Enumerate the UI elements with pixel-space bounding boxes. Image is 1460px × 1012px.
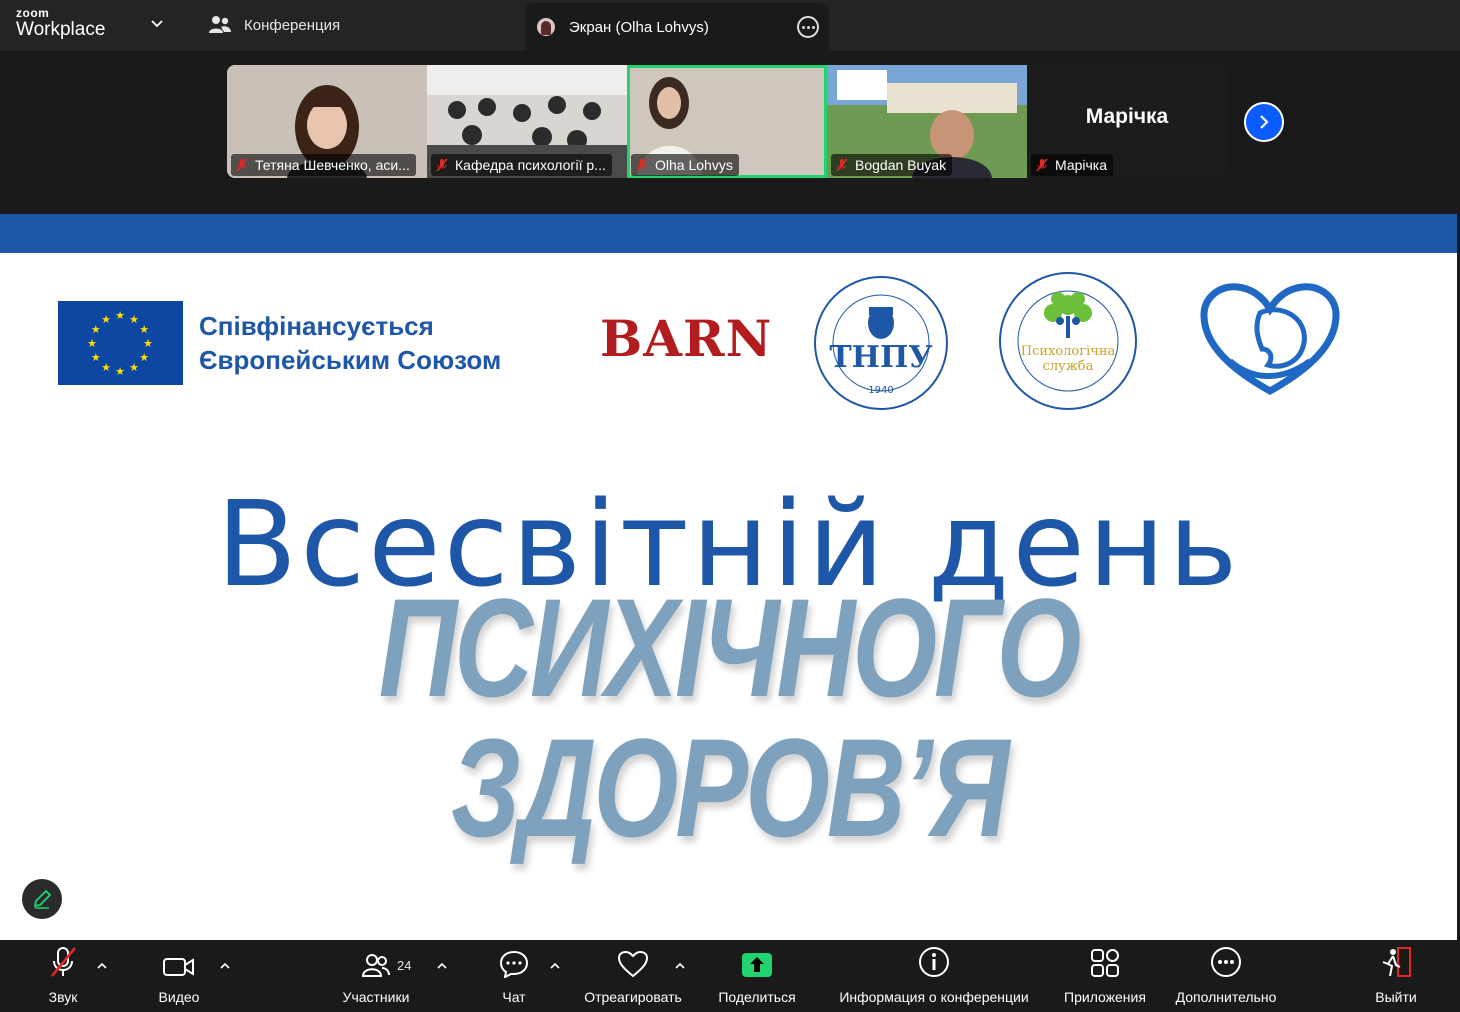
svg-text:служба: служба <box>1043 359 1094 374</box>
meeting-info-button[interactable]: Информация о конференции <box>828 940 1040 1012</box>
eu-star-icon: ★ <box>115 310 125 322</box>
video-camera-icon <box>163 958 194 976</box>
participant-name: Марічка <box>1055 157 1108 173</box>
meeting-toolbar: Звук Видео Участники 24 Чат Отреагироват… <box>0 940 1460 1012</box>
zoom-workplace-logo[interactable]: zoom Workplace <box>16 7 105 41</box>
shared-slide: ★ ★ ★ ★ ★ ★ ★ ★ ★ ★ ★ ★ Співфінансується Європейськ… <box>0 253 1457 940</box>
video-tile[interactable]: Марічка Марічка <box>1027 65 1227 178</box>
video-label: Видео <box>158 989 200 1005</box>
more-button[interactable]: Дополнительно <box>1168 940 1284 1012</box>
participants-count-badge: 24 <box>397 958 412 973</box>
chat-label: Чат <box>502 989 526 1005</box>
share-screen-icon <box>742 953 772 977</box>
apps-grid-icon <box>1091 949 1119 977</box>
eu-star-icon: ★ <box>91 352 101 364</box>
video-tile[interactable]: Тетяна Шевченко, аси... <box>227 65 427 178</box>
chat-button[interactable]: Чат <box>494 940 534 1012</box>
more-options-icon[interactable] <box>797 16 819 38</box>
svg-text:1940: 1940 <box>868 385 893 396</box>
participant-name: Olha Lohvys <box>655 157 733 173</box>
react-options-caret-icon[interactable] <box>674 960 686 972</box>
participant-name: Bogdan Buyak <box>855 157 947 173</box>
leave-door-icon <box>1382 947 1411 977</box>
slide-title-line-3: ЗДОРОВ’Я <box>450 709 1010 866</box>
eu-star-icon: ★ <box>129 314 139 326</box>
eu-star-icon: ★ <box>101 314 111 326</box>
heart-care-logo-icon <box>1200 283 1340 395</box>
participant-strip: Тетяна Шевченко, аси... Кафедра психолог… <box>0 51 1460 180</box>
react-button[interactable]: Отреагировать <box>580 940 686 1012</box>
top-bar: zoom Workplace Конференция Экран (Olha L… <box>0 0 1460 51</box>
video-tile[interactable]: Кафедра психології р... <box>427 65 627 178</box>
chevron-right-icon <box>1260 115 1269 129</box>
participant-display-name: Марічка <box>1085 105 1169 128</box>
pencil-icon <box>33 889 52 909</box>
svg-text:ТНПУ: ТНПУ <box>829 340 933 375</box>
apps-button[interactable]: Приложения <box>1058 940 1152 1012</box>
more-label: Дополнительно <box>1175 989 1277 1005</box>
video-tile-active-speaker[interactable]: Olha Lohvys <box>627 65 827 178</box>
eu-star-icon: ★ <box>91 324 101 336</box>
muted-mic-icon <box>50 947 77 977</box>
more-dots-icon <box>1211 947 1241 977</box>
participant-name: Тетяна Шевченко, аси... <box>255 157 410 173</box>
slide-title-line-2: ПСИХІЧНОГО <box>378 569 1082 726</box>
chevron-down-icon[interactable] <box>149 15 165 31</box>
eu-cofunded-text: Співфінансується Європейським Союзом <box>199 309 501 377</box>
participants-icon <box>362 954 390 977</box>
eu-star-icon: ★ <box>115 366 125 378</box>
eu-flag-icon: ★ ★ ★ ★ ★ ★ ★ ★ ★ ★ ★ ★ <box>58 301 183 385</box>
video-options-caret-icon[interactable] <box>219 960 231 972</box>
svg-text:Психологічна: Психологічна <box>1021 344 1116 359</box>
chat-options-caret-icon[interactable] <box>549 960 561 972</box>
eu-star-icon: ★ <box>129 362 139 374</box>
logo-zoom-text: zoom <box>16 6 50 20</box>
audio-label: Звук <box>48 989 78 1005</box>
barn-logo: BARN <box>600 309 773 368</box>
eu-star-icon: ★ <box>87 338 97 350</box>
share-label: Поделиться <box>718 989 796 1005</box>
muted-mic-icon <box>836 158 848 172</box>
eu-star-icon: ★ <box>139 352 149 364</box>
chat-bubble-icon <box>499 950 529 978</box>
video-button[interactable]: Видео <box>156 940 202 1012</box>
logo-workplace-text: Workplace <box>16 19 106 40</box>
muted-mic-icon <box>236 158 248 172</box>
participants-button[interactable]: Участники <box>336 940 416 1012</box>
people-icon <box>209 16 231 33</box>
leave-label: Выйти <box>1375 989 1417 1005</box>
apps-label: Приложения <box>1064 989 1146 1005</box>
participants-label: Участники <box>342 989 410 1005</box>
audio-button[interactable]: Звук <box>40 940 86 1012</box>
share-screen-button[interactable]: Поделиться <box>714 940 800 1012</box>
muted-mic-icon <box>636 158 648 172</box>
slide-header-bar <box>0 214 1457 253</box>
eu-star-icon: ★ <box>143 338 153 350</box>
participants-options-caret-icon[interactable] <box>436 960 448 972</box>
meeting-info-label: Информация о конференции <box>839 989 1029 1005</box>
participant-name: Кафедра психології р... <box>455 157 606 173</box>
muted-mic-icon <box>436 158 448 172</box>
tab-screen-label: Экран (Olha Lohvys) <box>569 18 709 36</box>
heart-icon <box>617 950 649 978</box>
info-icon <box>919 947 949 977</box>
tnpu-seal-icon: ТНПУ 1940 <box>814 276 948 410</box>
muted-mic-icon <box>1036 158 1048 172</box>
next-page-button[interactable] <box>1244 102 1284 142</box>
tab-meeting[interactable]: Конференция <box>208 12 340 38</box>
video-tile[interactable]: Bogdan Buyak <box>827 65 1027 178</box>
leave-meeting-button[interactable]: Выйти <box>1370 940 1422 1012</box>
presenter-avatar <box>537 18 555 36</box>
eu-line-2: Європейським Союзом <box>199 345 502 375</box>
eu-star-icon: ★ <box>139 324 149 336</box>
tab-screen-share[interactable]: Экран (Olha Lohvys) <box>525 3 829 51</box>
eu-star-icon: ★ <box>101 362 111 374</box>
react-label: Отреагировать <box>584 989 682 1005</box>
annotate-button[interactable] <box>22 879 62 919</box>
psychological-service-seal-icon: Психологічна служба <box>999 272 1137 410</box>
eu-line-1: Співфінансується <box>199 311 434 341</box>
tab-meeting-label: Конференция <box>244 16 341 34</box>
audio-options-caret-icon[interactable] <box>96 960 108 972</box>
